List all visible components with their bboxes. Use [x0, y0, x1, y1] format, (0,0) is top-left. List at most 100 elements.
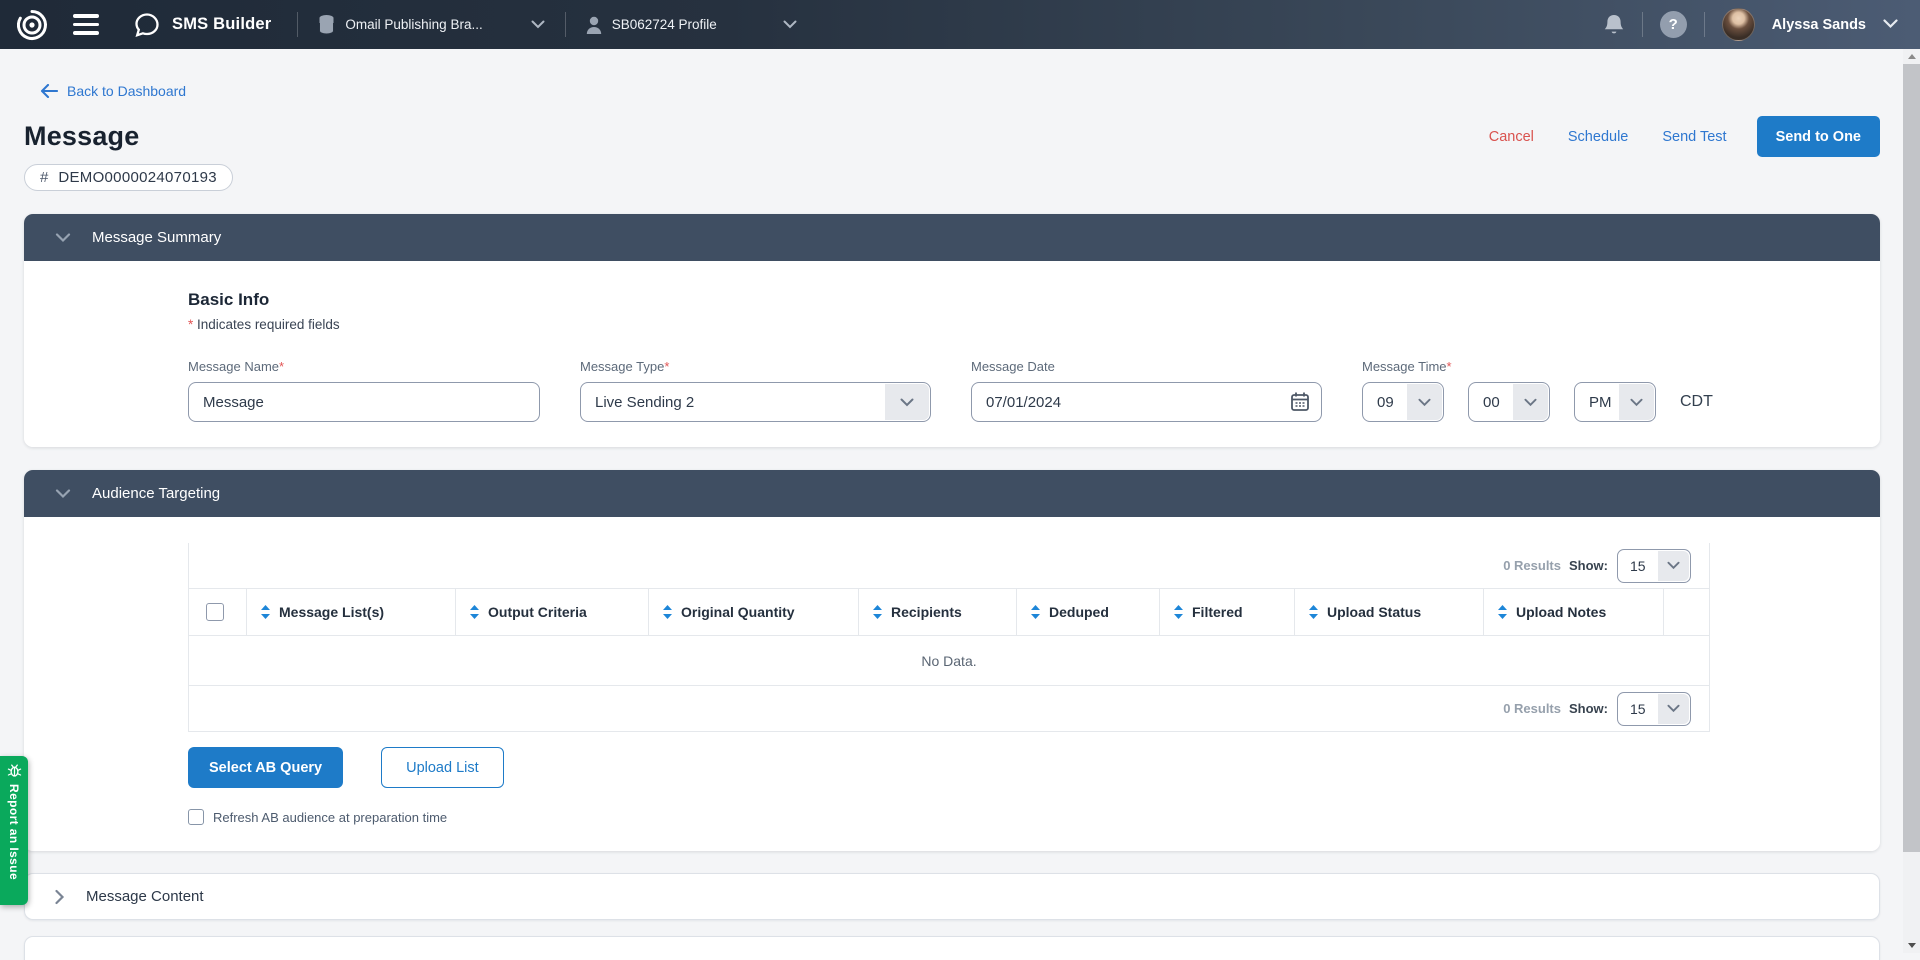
- vertical-scrollbar: [1903, 49, 1920, 953]
- message-summary-header[interactable]: Message Summary: [24, 214, 1880, 261]
- hamburger-menu-icon[interactable]: [73, 14, 99, 35]
- audience-targeting-panel: Audience Targeting 0 Results Show: 15: [24, 470, 1880, 851]
- chevron-down-icon: [1658, 551, 1689, 581]
- column-label: Upload Notes: [1516, 604, 1606, 620]
- required-asterisk: *: [279, 359, 284, 374]
- show-label: Show:: [1569, 701, 1608, 716]
- sort-icon: [1308, 604, 1319, 620]
- panel-title: Message Summary: [92, 229, 221, 246]
- panel-title: Audience Targeting: [92, 485, 220, 502]
- table-pager-top: 0 Results Show: 15: [189, 543, 1709, 588]
- chevron-down-icon: [55, 489, 71, 499]
- page-size-select[interactable]: 15: [1617, 549, 1691, 583]
- report-an-issue-label: Report an Issue: [7, 784, 21, 880]
- cancel-button[interactable]: Cancel: [1472, 129, 1551, 145]
- select-all-checkbox[interactable]: [206, 603, 224, 621]
- message-content-panel[interactable]: Message Content: [24, 873, 1880, 920]
- profile-selector-dropdown[interactable]: SB062724 Profile: [566, 16, 817, 34]
- message-type-select[interactable]: Live Sending 2: [580, 382, 931, 422]
- header-actions: Cancel Schedule Send Test Send to One: [1472, 116, 1880, 157]
- back-to-dashboard-link[interactable]: Back to Dashboard: [40, 83, 186, 99]
- app-logo-icon[interactable]: [13, 6, 51, 44]
- schedule-button[interactable]: Schedule: [1551, 129, 1645, 145]
- audience-targeting-header[interactable]: Audience Targeting: [24, 470, 1880, 517]
- page-size-value: 15: [1630, 701, 1646, 717]
- column-label: Upload Status: [1327, 604, 1421, 620]
- page-content: Back to Dashboard Message Cancel Schedul…: [0, 49, 1920, 960]
- message-time-field: Message Time* 09 00: [1362, 359, 1713, 422]
- timezone-label: CDT: [1680, 393, 1713, 411]
- chevron-down-icon: [1619, 384, 1654, 420]
- calendar-icon[interactable]: [1290, 391, 1310, 417]
- audience-table: 0 Results Show: 15 Messag: [188, 543, 1710, 732]
- column-header-message-lists[interactable]: Message List(s): [246, 589, 455, 635]
- user-avatar[interactable]: [1722, 8, 1755, 41]
- refresh-ab-audience-checkbox[interactable]: [188, 809, 204, 825]
- select-all-cell: [189, 589, 246, 635]
- column-label: Original Quantity: [681, 604, 795, 620]
- report-an-issue-tab[interactable]: Report an Issue: [0, 756, 28, 905]
- empty-table-message: No Data.: [189, 636, 1709, 686]
- chat-bubble-icon: [133, 11, 161, 39]
- column-header-output-criteria[interactable]: Output Criteria: [455, 589, 648, 635]
- message-name-label: Message Name*: [188, 359, 540, 374]
- message-time-label: Message Time*: [1362, 359, 1713, 374]
- results-count: 0 Results: [1503, 558, 1561, 573]
- profile-selector-label: SB062724 Profile: [612, 17, 717, 32]
- brand-selector-label: Omail Publishing Bra...: [345, 17, 482, 32]
- send-to-one-button[interactable]: Send to One: [1757, 116, 1880, 157]
- message-date-input[interactable]: [971, 382, 1322, 422]
- basic-info-heading: Basic Info: [188, 290, 1840, 310]
- nav-divider: [1642, 12, 1643, 37]
- message-type-label: Message Type*: [580, 359, 931, 374]
- results-count: 0 Results: [1503, 701, 1561, 716]
- upload-list-button[interactable]: Upload List: [381, 747, 504, 788]
- brand-selector-dropdown[interactable]: Omail Publishing Bra...: [298, 14, 564, 35]
- show-label: Show:: [1569, 558, 1608, 573]
- message-summary-panel: Message Summary Basic Info * Indicates r…: [24, 214, 1880, 447]
- back-link-label: Back to Dashboard: [67, 83, 186, 99]
- app-brand: SMS Builder: [133, 11, 271, 39]
- table-header-row: Message List(s) Output Criteria Original…: [189, 588, 1709, 636]
- page-size-select[interactable]: 15: [1617, 692, 1691, 726]
- column-header-original-quantity[interactable]: Original Quantity: [648, 589, 858, 635]
- next-panel-edge: [24, 936, 1880, 960]
- notifications-bell-icon[interactable]: [1603, 13, 1625, 37]
- hash-icon: #: [40, 169, 48, 186]
- refresh-ab-audience-label[interactable]: Refresh AB audience at preparation time: [213, 810, 447, 825]
- sort-icon: [1497, 604, 1508, 620]
- sort-icon: [469, 604, 480, 620]
- column-header-deduped[interactable]: Deduped: [1016, 589, 1159, 635]
- chevron-down-icon: [1658, 694, 1689, 724]
- meridiem-select[interactable]: PM: [1574, 382, 1656, 422]
- minute-select[interactable]: 00: [1468, 382, 1550, 422]
- user-menu-chevron-icon[interactable]: [1883, 16, 1898, 34]
- chevron-right-icon: [55, 889, 65, 905]
- table-pager-bottom: 0 Results Show: 15: [189, 686, 1709, 731]
- scroll-up-arrow[interactable]: [1903, 49, 1920, 64]
- column-label: Deduped: [1049, 604, 1109, 620]
- help-icon[interactable]: ?: [1660, 11, 1687, 38]
- column-header-upload-notes[interactable]: Upload Notes: [1483, 589, 1663, 635]
- person-icon: [586, 16, 602, 34]
- select-ab-query-button[interactable]: Select AB Query: [188, 747, 343, 788]
- scroll-down-arrow[interactable]: [1903, 938, 1920, 953]
- required-fields-note: * Indicates required fields: [188, 317, 1840, 332]
- logo-glyph: [14, 7, 50, 43]
- column-header-upload-status[interactable]: Upload Status: [1294, 589, 1483, 635]
- top-navbar: SMS Builder Omail Publishing Bra... SB06…: [0, 0, 1920, 49]
- user-name[interactable]: Alyssa Sands: [1772, 17, 1866, 33]
- column-header-filtered[interactable]: Filtered: [1159, 589, 1294, 635]
- sort-icon: [662, 604, 673, 620]
- message-type-field: Message Type* Live Sending 2: [580, 359, 931, 422]
- message-id-value: DEMO0000024070193: [58, 169, 217, 186]
- column-label: Message List(s): [279, 604, 384, 620]
- required-asterisk: *: [664, 359, 669, 374]
- send-test-button[interactable]: Send Test: [1645, 129, 1743, 145]
- message-name-input[interactable]: [188, 382, 540, 422]
- hour-select[interactable]: 09: [1362, 382, 1444, 422]
- required-asterisk: *: [1447, 359, 1452, 374]
- column-header-recipients[interactable]: Recipients: [858, 589, 1016, 635]
- scrollbar-thumb[interactable]: [1903, 64, 1920, 852]
- chevron-down-icon: [1407, 384, 1442, 420]
